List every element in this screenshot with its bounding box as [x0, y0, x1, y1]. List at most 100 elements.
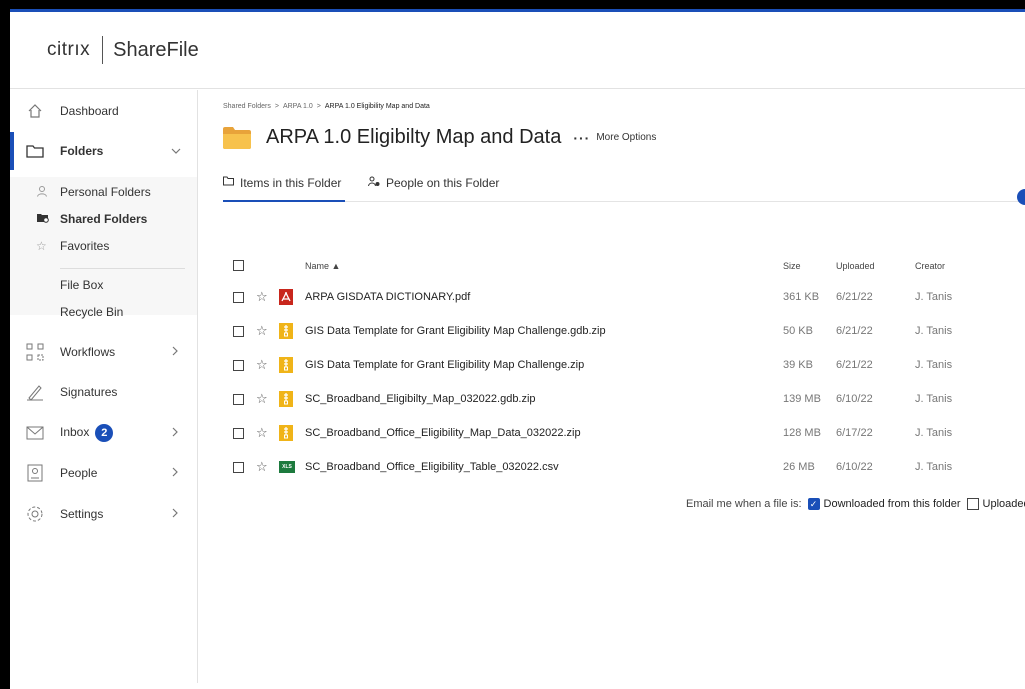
- sidebar-item-label: Signatures: [60, 385, 118, 399]
- table-row[interactable]: ☆ SC_Broadband_Eligibilty_Map_032022.gdb…: [223, 382, 1025, 416]
- file-name-link[interactable]: SC_Broadband_Office_Eligibility_Table_03…: [305, 461, 559, 473]
- file-uploaded-date: 6/21/22: [836, 325, 873, 337]
- row-checkbox[interactable]: [233, 360, 244, 371]
- sidebar-item-favorites[interactable]: ☆ Favorites: [10, 235, 197, 257]
- app-header: citrıx ShareFile: [10, 12, 1025, 89]
- file-creator: J. Tanis: [915, 461, 953, 473]
- column-header-name[interactable]: Name ▲: [305, 261, 340, 271]
- sidebar-item-personal-folders[interactable]: Personal Folders: [10, 181, 197, 203]
- excel-file-icon: XLS: [279, 461, 295, 473]
- logo-divider: [102, 36, 104, 64]
- favorite-star-icon[interactable]: ☆: [256, 323, 268, 339]
- more-options-icon[interactable]: ···: [573, 130, 590, 146]
- row-checkbox[interactable]: [233, 292, 244, 303]
- file-creator: J. Tanis: [915, 325, 953, 337]
- sidebar-item-file-box[interactable]: File Box: [10, 274, 197, 296]
- sidebar-item-label: Dashboard: [60, 104, 119, 118]
- sidebar-item-dashboard[interactable]: Dashboard: [10, 96, 197, 126]
- home-icon: [26, 102, 44, 120]
- notify-downloaded-checkbox[interactable]: ✓: [807, 498, 820, 510]
- file-creator: J. Tanis: [915, 427, 953, 439]
- file-size: 39 KB: [783, 359, 813, 371]
- file-name-link[interactable]: SC_Broadband_Eligibilty_Map_032022.gdb.z…: [305, 393, 536, 405]
- row-checkbox[interactable]: [233, 394, 244, 405]
- more-options-button[interactable]: More Options: [596, 132, 656, 143]
- breadcrumb-current: ARPA 1.0 Eligibility Map and Data: [324, 103, 430, 110]
- table-header-row: Name ▲ Size Uploaded Creator: [223, 258, 1025, 280]
- file-name-link[interactable]: GIS Data Template for Grant Eligibility …: [305, 325, 606, 337]
- folder-header: ARPA 1.0 Eligibilty Map and Data ··· Mor…: [223, 126, 656, 149]
- file-size: 361 KB: [783, 291, 820, 303]
- sidebar-item-label: Recycle Bin: [60, 305, 124, 319]
- tab-people-on-folder[interactable]: People on this Folder: [368, 174, 499, 202]
- select-all-checkbox[interactable]: [233, 260, 244, 271]
- breadcrumb-arpa[interactable]: ARPA 1.0: [283, 103, 313, 110]
- inbox-label: Inbox: [60, 425, 90, 440]
- file-name-link[interactable]: ARPA GISDATA DICTIONARY.pdf: [305, 291, 470, 303]
- favorite-star-icon[interactable]: ☆: [256, 357, 268, 373]
- notify-downloaded-label[interactable]: Downloaded from this folder: [824, 498, 961, 510]
- row-checkbox[interactable]: [233, 428, 244, 439]
- column-header-size[interactable]: Size: [783, 261, 801, 271]
- chevron-right-icon[interactable]: [171, 507, 179, 521]
- row-checkbox[interactable]: [233, 326, 244, 337]
- chevron-right-icon[interactable]: [171, 466, 179, 480]
- file-uploaded-date: 6/10/22: [836, 393, 873, 405]
- breadcrumb-shared-folders[interactable]: Shared Folders: [223, 103, 271, 110]
- sidebar-item-label: Folders: [60, 144, 104, 158]
- chevron-down-icon[interactable]: [171, 144, 181, 158]
- favorite-star-icon[interactable]: ☆: [256, 425, 268, 441]
- email-notification-row: Email me when a file is: ✓ Downloaded fr…: [686, 498, 1025, 510]
- tab-label: Items in this Folder: [240, 176, 342, 190]
- sidebar-item-inbox[interactable]: Inbox 2: [10, 418, 197, 448]
- file-size: 50 KB: [783, 325, 813, 337]
- favorite-star-icon[interactable]: ☆: [256, 391, 268, 407]
- sidebar-item-folders[interactable]: Folders: [10, 132, 197, 170]
- table-row[interactable]: ☆ GIS Data Template for Grant Eligibilit…: [223, 314, 1025, 348]
- main-content: Shared Folders > ARPA 1.0 > ARPA 1.0 Eligibi…: [199, 90, 1025, 683]
- upload-fab[interactable]: [1017, 189, 1025, 205]
- breadcrumb-separator: >: [274, 103, 279, 110]
- chevron-right-icon[interactable]: [171, 345, 179, 359]
- sidebar-item-settings[interactable]: Settings: [10, 499, 197, 529]
- file-creator: J. Tanis: [915, 291, 953, 303]
- notify-uploaded-label[interactable]: Uploaded to: [983, 498, 1025, 510]
- sidebar-item-signatures[interactable]: Signatures: [10, 377, 197, 407]
- table-row[interactable]: ☆ GIS Data Template for Grant Eligibilit…: [223, 348, 1025, 382]
- sidebar-item-label: Shared Folders: [60, 212, 148, 226]
- file-size: 26 MB: [783, 461, 815, 473]
- sidebar: Dashboard Folders Personal Folders Share…: [10, 90, 198, 683]
- sidebar-item-label: People: [60, 466, 98, 480]
- email-notification-label: Email me when a file is:: [686, 498, 802, 510]
- notify-uploaded-checkbox[interactable]: [966, 498, 979, 510]
- sidebar-item-recycle-bin[interactable]: Recycle Bin: [10, 301, 197, 323]
- sidebar-item-workflows[interactable]: Workflows: [10, 337, 197, 367]
- table-row[interactable]: ☆ SC_Broadband_Office_Eligibility_Map_Da…: [223, 416, 1025, 450]
- sidebar-item-label: Settings: [60, 507, 104, 521]
- file-name-link[interactable]: GIS Data Template for Grant Eligibility …: [305, 359, 584, 371]
- folders-submenu: Personal Folders Shared Folders ☆ Favori…: [10, 177, 197, 319]
- file-table: Name ▲ Size Uploaded Creator ☆ ARPA GISD…: [223, 258, 1025, 484]
- favorite-star-icon[interactable]: ☆: [256, 459, 268, 475]
- breadcrumb-separator: >: [316, 103, 321, 110]
- favorite-star-icon[interactable]: ☆: [256, 289, 268, 305]
- tab-items-in-folder[interactable]: Items in this Folder: [223, 174, 345, 202]
- person-share-icon: [368, 176, 380, 190]
- chevron-right-icon[interactable]: [171, 426, 179, 440]
- column-header-uploaded[interactable]: Uploaded: [836, 261, 875, 271]
- column-header-creator[interactable]: Creator: [915, 261, 945, 271]
- folder-icon: [223, 126, 251, 149]
- workflow-icon: [26, 343, 44, 361]
- sidebar-item-people[interactable]: People: [10, 458, 197, 488]
- file-size: 128 MB: [783, 427, 821, 439]
- file-name-link[interactable]: SC_Broadband_Office_Eligibility_Map_Data…: [305, 427, 581, 439]
- sharefile-logo[interactable]: ShareFile: [113, 39, 199, 62]
- row-checkbox[interactable]: [233, 462, 244, 473]
- star-icon: ☆: [36, 239, 47, 253]
- sidebar-item-label: Inbox 2: [60, 424, 114, 442]
- table-row[interactable]: ☆ ARPA GISDATA DICTIONARY.pdf 361 KB 6/2…: [223, 280, 1025, 314]
- sidebar-item-shared-folders[interactable]: Shared Folders: [10, 208, 197, 230]
- table-row[interactable]: ☆ XLS SC_Broadband_Office_Eligibility_Ta…: [223, 450, 1025, 484]
- app-window: citrıx ShareFile Dashboard Folders Perso…: [10, 9, 1025, 689]
- tab-label: People on this Folder: [386, 176, 500, 190]
